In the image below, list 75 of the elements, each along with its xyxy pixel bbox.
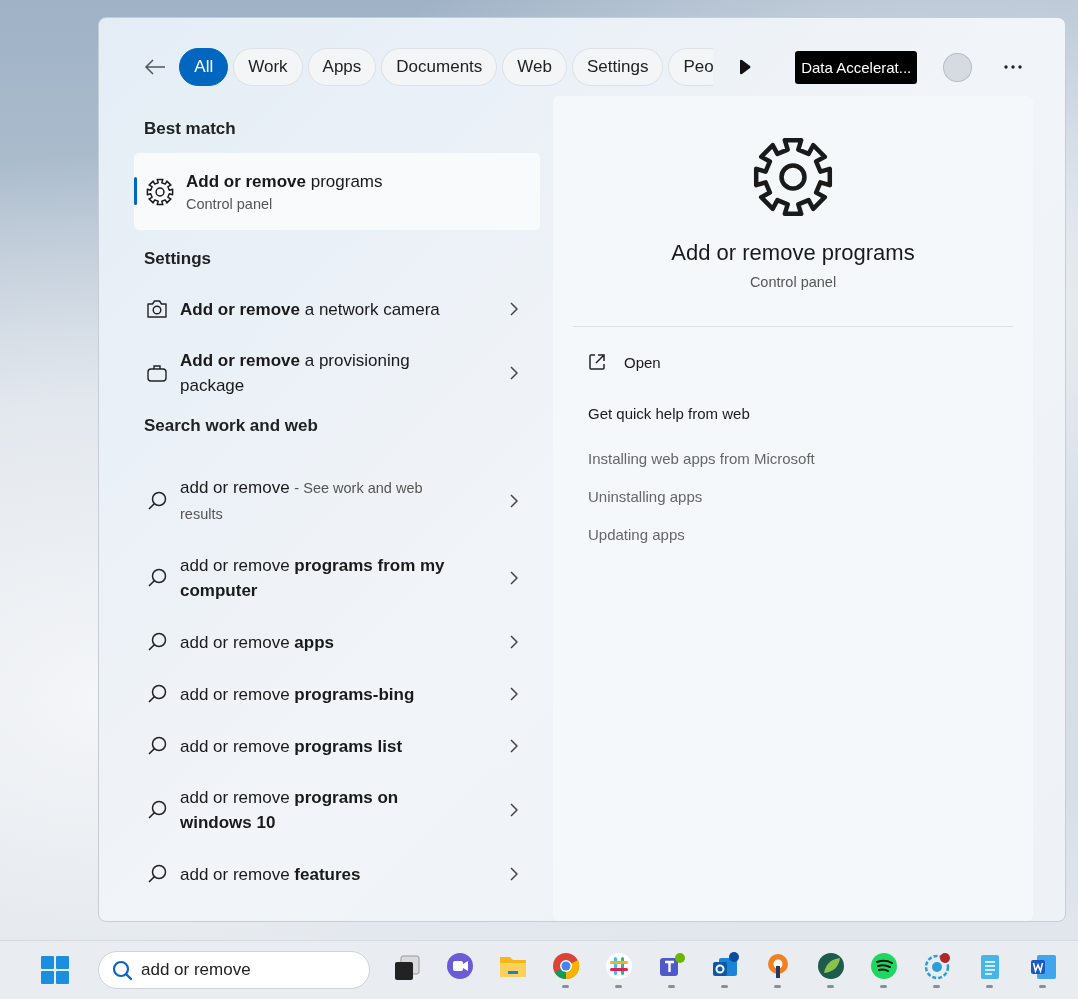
suggestion-text: add or remove programs list bbox=[180, 735, 404, 758]
search-icon bbox=[146, 799, 168, 821]
more-icon bbox=[1004, 65, 1023, 69]
filter-tab[interactable]: Apps bbox=[307, 48, 377, 86]
filter-tab[interactable]: Settings bbox=[571, 48, 664, 86]
taskbar-search-field[interactable]: add or remove bbox=[98, 951, 370, 989]
play-icon bbox=[738, 59, 751, 75]
gear-icon bbox=[752, 136, 834, 218]
search-icon bbox=[146, 735, 168, 757]
gear-icon bbox=[146, 177, 174, 206]
result-title: Add or remove a provisioning package bbox=[180, 350, 411, 397]
filter-tab[interactable]: Work bbox=[233, 48, 303, 86]
open-external-icon bbox=[588, 353, 606, 371]
chevron-right-icon bbox=[510, 803, 518, 817]
suggestion-text: add or remove apps bbox=[180, 631, 336, 654]
section-heading: Settings bbox=[143, 247, 213, 270]
chevron-right-icon bbox=[510, 366, 518, 380]
organization-label: Data Accelerat... bbox=[795, 50, 918, 84]
chevron-right-icon bbox=[510, 635, 518, 649]
filter-tab[interactable]: Documents bbox=[381, 48, 498, 86]
network-icon bbox=[922, 952, 951, 980]
help-link[interactable]: Updating apps bbox=[588, 526, 685, 543]
web-search-suggestion[interactable]: add or remove programs list bbox=[134, 720, 540, 772]
web-search-suggestion[interactable]: add or remove features bbox=[134, 848, 540, 900]
windows-logo-icon bbox=[40, 955, 70, 985]
chevron-right-icon bbox=[510, 739, 518, 753]
result-title: Add or remove programs bbox=[186, 171, 383, 193]
help-link[interactable]: Uninstalling apps bbox=[588, 488, 703, 505]
suggestion-text: add or remove programs-bing bbox=[180, 683, 416, 706]
search-icon bbox=[146, 683, 168, 705]
preview-title: Add or remove programs bbox=[671, 240, 915, 266]
video-chat-icon bbox=[445, 952, 474, 980]
search-icon bbox=[146, 567, 168, 589]
chevron-right-icon bbox=[510, 494, 518, 508]
filter-tab[interactable]: Peo bbox=[668, 48, 713, 86]
back-arrow-icon bbox=[144, 59, 166, 75]
chevron-right-icon bbox=[510, 302, 518, 316]
web-search-suggestion[interactable]: add or remove programs-bing bbox=[134, 668, 540, 720]
section-heading: Best match bbox=[143, 117, 237, 140]
document-icon bbox=[1028, 952, 1057, 980]
music-icon bbox=[869, 952, 898, 980]
suggestion-text: add or remove - See work and web results bbox=[180, 477, 424, 524]
chevron-right-icon bbox=[510, 687, 518, 701]
search-icon bbox=[111, 959, 133, 981]
help-heading: Get quick help from web bbox=[587, 405, 751, 422]
open-button[interactable]: Open bbox=[573, 345, 676, 379]
search-icon bbox=[146, 490, 168, 512]
task-view-icon bbox=[392, 952, 421, 980]
chevron-right-icon bbox=[510, 867, 518, 881]
filter-tab[interactable]: Web bbox=[502, 48, 567, 86]
search-icon bbox=[146, 631, 168, 653]
result-subtitle: Control panel bbox=[186, 195, 274, 214]
suggestion-text: add or remove programs from my computer bbox=[180, 555, 446, 602]
web-search-suggestion[interactable]: add or remove - See work and web results bbox=[134, 462, 540, 540]
suggestion-text: add or remove features bbox=[180, 863, 362, 886]
filter-tab[interactable]: All bbox=[179, 48, 229, 86]
camera-icon bbox=[146, 299, 168, 319]
preview-subtitle: Control panel bbox=[749, 274, 837, 290]
web-search-suggestion[interactable]: add or remove apps bbox=[134, 616, 540, 668]
hash-icon bbox=[604, 952, 633, 980]
suggestion-text: add or remove programs on windows 10 bbox=[180, 787, 400, 834]
settings-result[interactable]: Add or remove a network camera bbox=[134, 283, 540, 335]
web-search-suggestion[interactable]: add or remove programs on windows 10 bbox=[134, 772, 540, 848]
best-match-result[interactable]: Add or remove programs Control panel bbox=[134, 153, 540, 230]
chevron-right-icon bbox=[510, 571, 518, 585]
result-title: Add or remove a network camera bbox=[180, 298, 441, 321]
briefcase-icon bbox=[146, 363, 168, 383]
section-heading: Search work and web bbox=[143, 414, 319, 437]
search-input[interactable]: add or remove bbox=[141, 960, 341, 980]
help-link[interactable]: Installing web apps from Microsoft bbox=[588, 450, 815, 467]
browser-icon bbox=[551, 952, 580, 980]
search-icon bbox=[146, 863, 168, 885]
settings-result[interactable]: Add or remove a provisioning package bbox=[134, 335, 540, 411]
leaf-icon bbox=[816, 952, 845, 980]
web-search-suggestion[interactable]: add or remove programs from my computer bbox=[134, 540, 540, 616]
